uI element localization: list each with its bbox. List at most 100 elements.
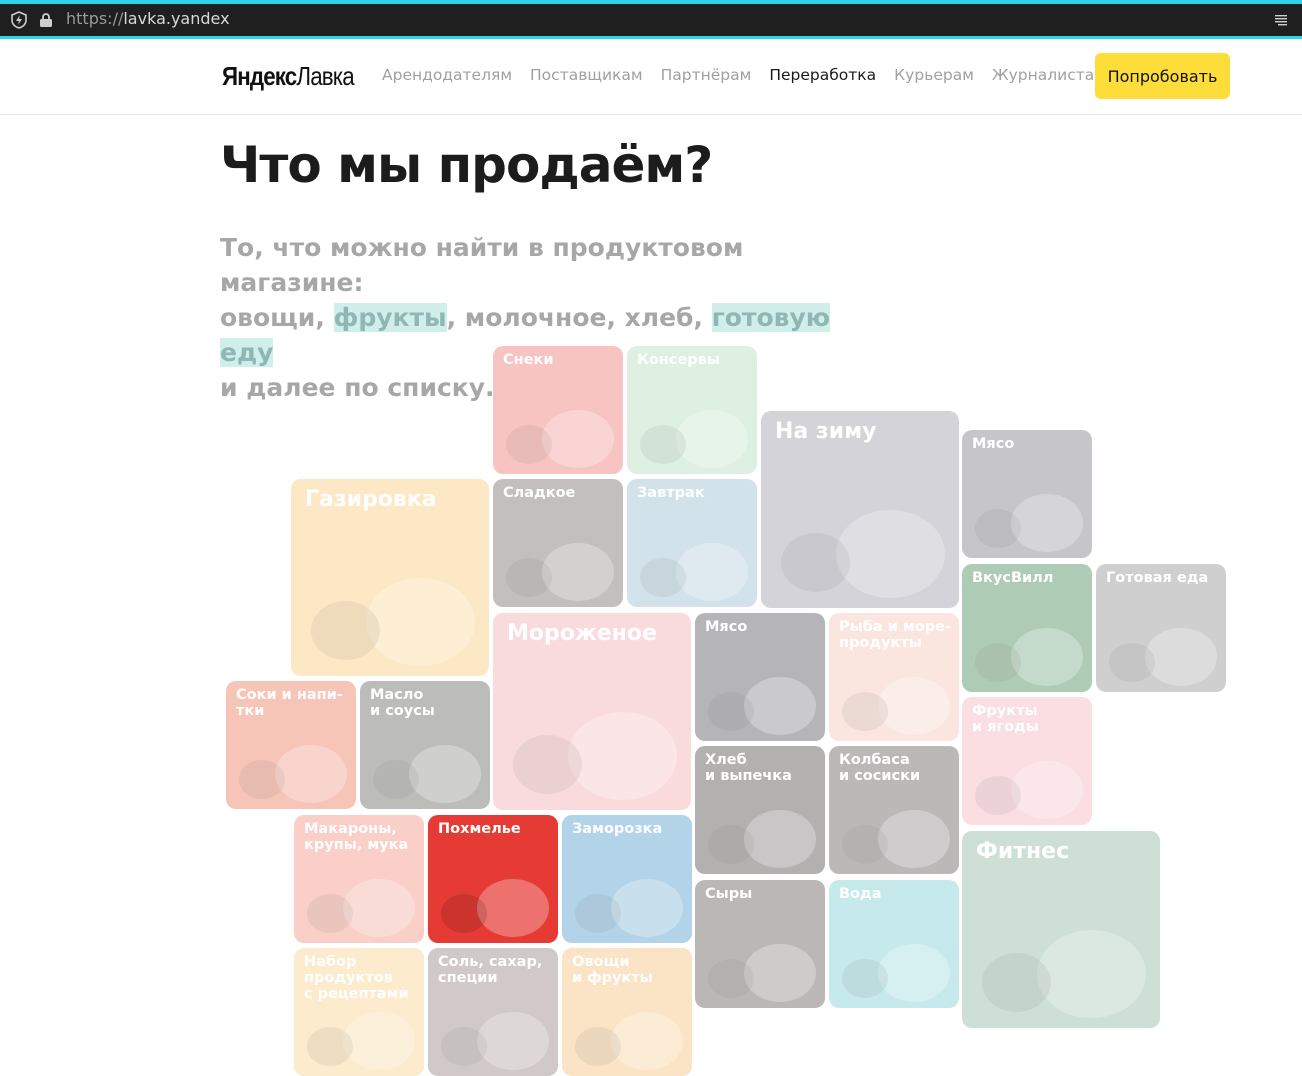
category-tile[interactable]: Мороженое (493, 613, 691, 810)
category-tile[interactable]: Вода (829, 880, 959, 1008)
category-tile-label: Соки и напи- тки (236, 687, 343, 719)
category-tile[interactable]: Соль, сахар, специи (428, 948, 558, 1076)
category-tile[interactable]: Овощи и фрукты (562, 948, 692, 1076)
nav-link[interactable]: Партнёрам (661, 66, 752, 84)
url-protocol: https:// (66, 9, 124, 28)
category-tile-label: Сыры (705, 886, 753, 902)
category-tile[interactable]: Фитнес (962, 831, 1160, 1028)
category-tile[interactable]: Завтрак (627, 479, 757, 607)
fitness-icon (1037, 929, 1147, 1019)
category-tile-label: Хлеб и выпечка (705, 752, 792, 784)
category-tile[interactable]: ВкусВилл (962, 564, 1092, 692)
lock-icon[interactable] (38, 12, 54, 28)
product-shadow-shape (975, 643, 1021, 682)
url-text[interactable]: https://lavka.yandex (66, 9, 230, 28)
category-tile[interactable]: Макароны, крупы, мука (294, 815, 424, 943)
product-shadow-shape (575, 894, 621, 933)
nav-link[interactable]: Журналистам (992, 66, 1106, 84)
subtitle-line-3: и далее по списку. (220, 373, 495, 402)
category-tile[interactable]: Сыры (695, 880, 825, 1008)
product-shadow-shape (842, 825, 888, 864)
product-shadow-shape (512, 735, 583, 795)
product-shadow-shape (975, 776, 1021, 815)
site-header: ЯндексЛавка Арендодателям Поставщикам Парт… (0, 39, 1302, 115)
category-tile-label: Вода (839, 886, 882, 902)
category-tile[interactable]: Заморозка (562, 815, 692, 943)
category-tile-label: Консервы (637, 352, 720, 368)
nav-link[interactable]: Поставщикам (530, 66, 643, 84)
donut-icon (542, 543, 614, 601)
logo[interactable]: ЯндексЛавка (222, 61, 355, 92)
category-tile-label: Мясо (972, 436, 1015, 452)
recipe-kit-icon (343, 1012, 415, 1070)
noodles-icon (477, 879, 549, 937)
category-tile-label: Сладкое (503, 485, 576, 501)
product-shadow-shape (506, 558, 552, 597)
ice-cream-icon (568, 711, 678, 801)
category-tile[interactable]: На зиму (761, 411, 959, 608)
product-shadow-shape (310, 601, 381, 661)
subtitle-line-1: То, что можно найти в продуктовом магази… (220, 233, 744, 297)
category-tile-label: Соль, сахар, специи (438, 954, 543, 986)
category-tile[interactable]: Соки и напи- тки (226, 681, 356, 809)
category-tile[interactable]: Рыба и море- продукты (829, 613, 959, 741)
url-host: lavka.yandex (123, 9, 230, 28)
subtitle-highlight-fruits[interactable]: фрукты (333, 303, 447, 332)
category-tile[interactable]: Мясо (962, 430, 1092, 558)
category-tile[interactable]: Фрукты и ягоды (962, 697, 1092, 825)
product-shadow-shape (708, 692, 754, 731)
product-shadow-shape (239, 760, 285, 799)
nav-link[interactable]: Переработка (769, 66, 876, 84)
category-tile[interactable]: Готовая еда (1096, 564, 1226, 692)
product-shadow-shape (575, 1027, 621, 1066)
category-tile[interactable]: Колбаса и сосиски (829, 746, 959, 874)
product-shadow-shape (975, 509, 1021, 548)
page-title: Что мы продаём? (220, 136, 713, 194)
product-shadow-shape (307, 1027, 353, 1066)
category-tile[interactable]: Снеки (493, 346, 623, 474)
category-tile-label: Рыба и море- продукты (839, 619, 951, 651)
soda-icon (366, 577, 476, 667)
category-tile-label: Снеки (503, 352, 554, 368)
product-shadow-shape (708, 959, 754, 998)
shield-icon[interactable] (10, 11, 28, 29)
fish-icon (878, 677, 950, 735)
category-tile-label: ВкусВилл (972, 570, 1054, 586)
category-tile-label: Набор продуктов с рецептами (304, 954, 409, 1002)
bread-icon (744, 810, 816, 868)
breakfast-icon (676, 543, 748, 601)
category-tile[interactable]: Хлеб и выпечка (695, 746, 825, 874)
sausage-icon (878, 810, 950, 868)
category-tile-label: На зиму (775, 419, 877, 444)
product-shadow-shape (441, 894, 487, 933)
category-tile-label: Мясо (705, 619, 748, 635)
spices-icon (477, 1012, 549, 1070)
category-tile[interactable]: Сладкое (493, 479, 623, 607)
product-shadow-shape (640, 558, 686, 597)
meat-icon (744, 677, 816, 735)
category-tile-label: Похмелье (438, 821, 521, 837)
browser-url-bar[interactable]: https://lavka.yandex (0, 4, 1302, 39)
nav-link[interactable]: Курьерам (894, 66, 974, 84)
reader-menu-icon[interactable] (1274, 13, 1288, 27)
vkusvill-icon (1011, 628, 1083, 686)
oil-icon (409, 745, 481, 803)
product-shadow-shape (1109, 643, 1155, 682)
category-tile[interactable]: Консервы (627, 346, 757, 474)
product-shadow-shape (842, 959, 888, 998)
try-button[interactable]: Попробовать (1095, 53, 1230, 99)
category-tile-label: Фитнес (976, 839, 1070, 864)
winter-preserves-icon (836, 509, 946, 599)
category-tile[interactable]: Масло и соусы (360, 681, 490, 809)
category-tile-label: Готовая еда (1106, 570, 1209, 586)
logo-yandex: Яндекс (222, 61, 297, 91)
logo-lavka: Лавка (296, 61, 354, 91)
category-tile[interactable]: Набор продуктов с рецептами (294, 948, 424, 1076)
category-tile[interactable]: Газировка (291, 479, 489, 676)
nav-link[interactable]: Арендодателям (382, 66, 512, 84)
category-tile[interactable]: Мясо (695, 613, 825, 741)
vegetables-icon (611, 1012, 683, 1070)
category-tile[interactable]: Похмелье (428, 815, 558, 943)
category-tile-label: Заморозка (572, 821, 663, 837)
category-tile-label: Колбаса и сосиски (839, 752, 921, 784)
